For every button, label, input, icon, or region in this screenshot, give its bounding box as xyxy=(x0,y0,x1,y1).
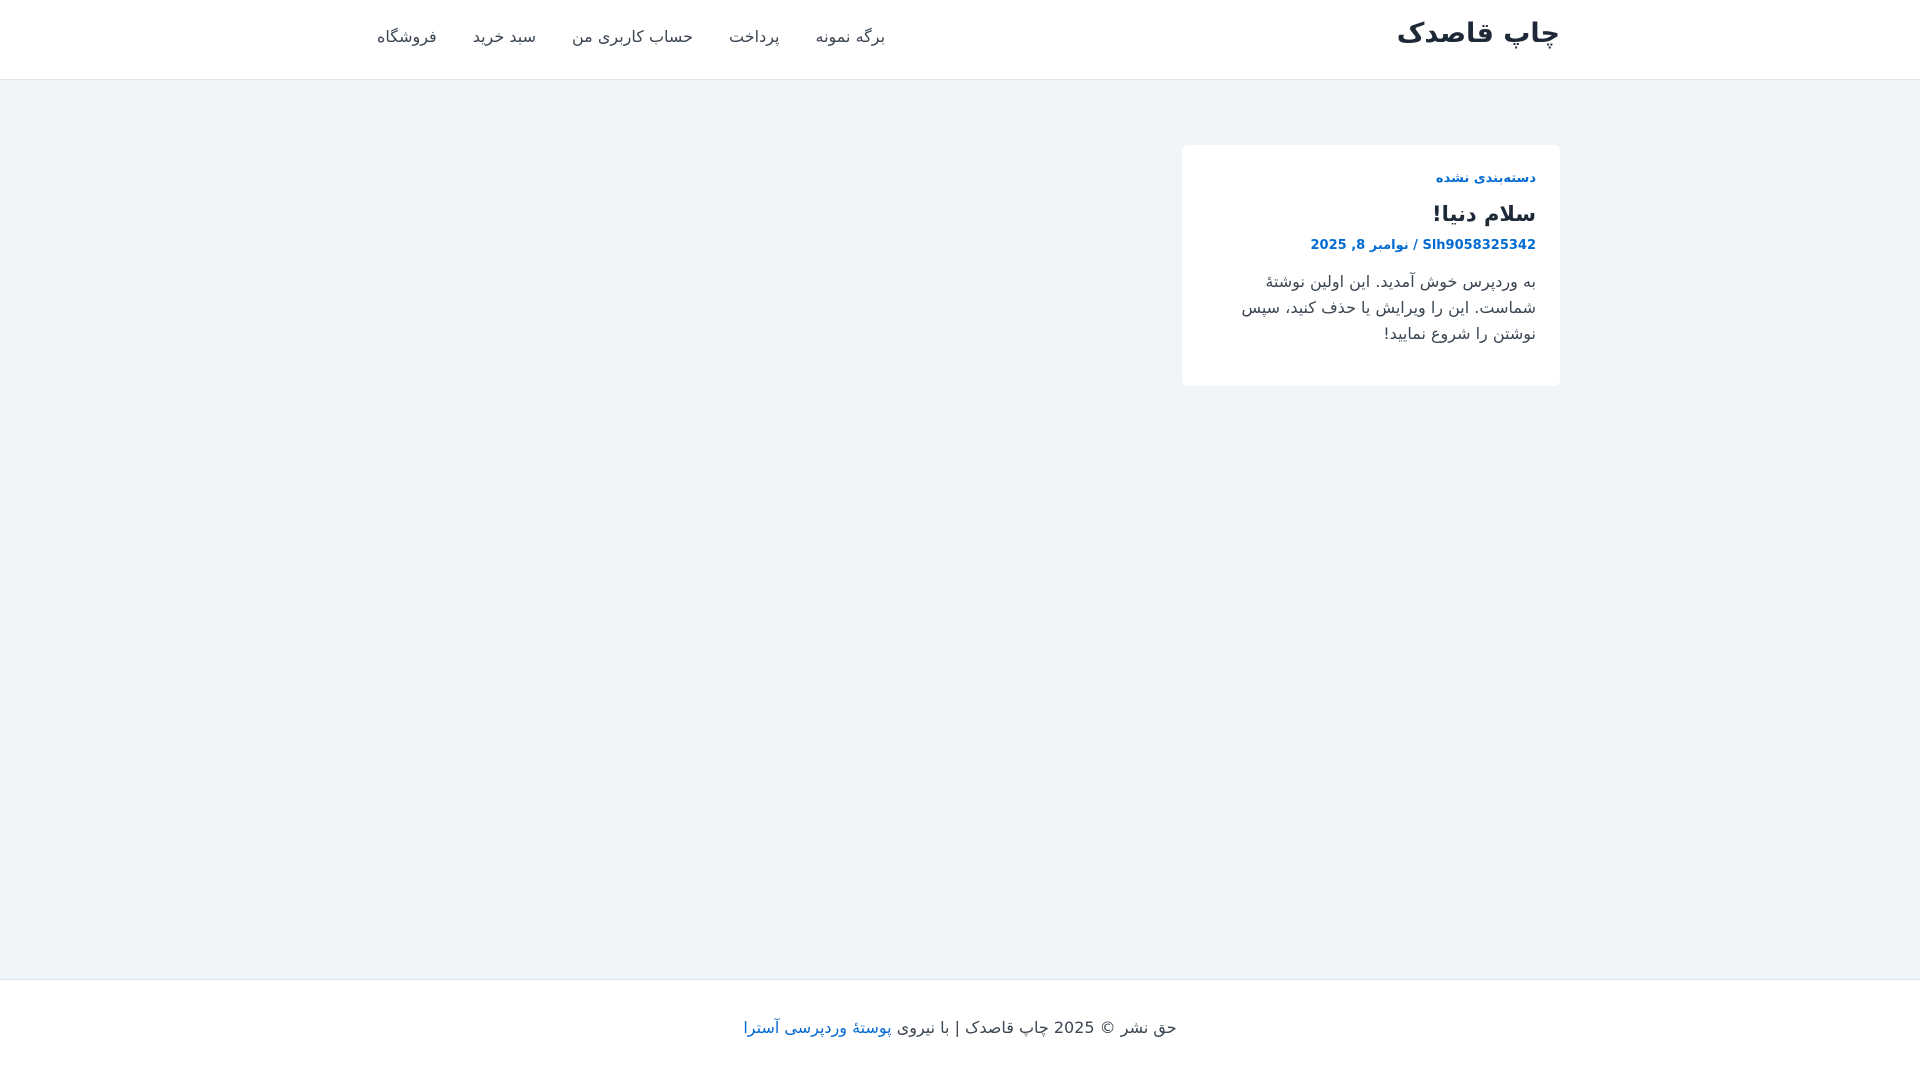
post-meta[interactable]: Slh9058325342 / نوامبر 8, 2025 xyxy=(1206,238,1537,253)
post-title[interactable]: سلام دنیا! xyxy=(1206,202,1536,226)
nav-cart[interactable]: سبد خرید xyxy=(473,27,536,46)
copyright-text: حق نشر © 2025 چاپ قاصدک | با نیروی xyxy=(891,1018,1177,1037)
nav-shop[interactable]: فروشگاه xyxy=(377,27,437,46)
nav-sample-page[interactable]: برگه نمونه xyxy=(816,27,886,46)
site-footer: حق نشر © 2025 چاپ قاصدک | با نیروی پوسته… xyxy=(0,979,1920,1080)
post-card: دسته‌بندی نشده سلام دنیا! Slh9058325342 … xyxy=(1182,145,1560,386)
post-category[interactable]: دسته‌بندی نشده xyxy=(1206,171,1536,186)
post-excerpt: به وردپرس خوش آمدید. این اولین نوشتهٔ شم… xyxy=(1241,272,1536,343)
site-title[interactable]: چاپ قاصدک xyxy=(1397,18,1560,49)
nav-checkout[interactable]: پرداخت xyxy=(729,27,779,46)
site-header: چاپ قاصدک برگه نمونه پرداخت حساب کاربری … xyxy=(0,0,1920,80)
theme-link[interactable]: پوستهٔ وردپرسی آسترا xyxy=(743,1018,891,1037)
main-nav: برگه نمونه پرداخت حساب کاربری من سبد خری… xyxy=(377,27,885,46)
nav-my-account[interactable]: حساب کاربری من xyxy=(572,27,693,46)
